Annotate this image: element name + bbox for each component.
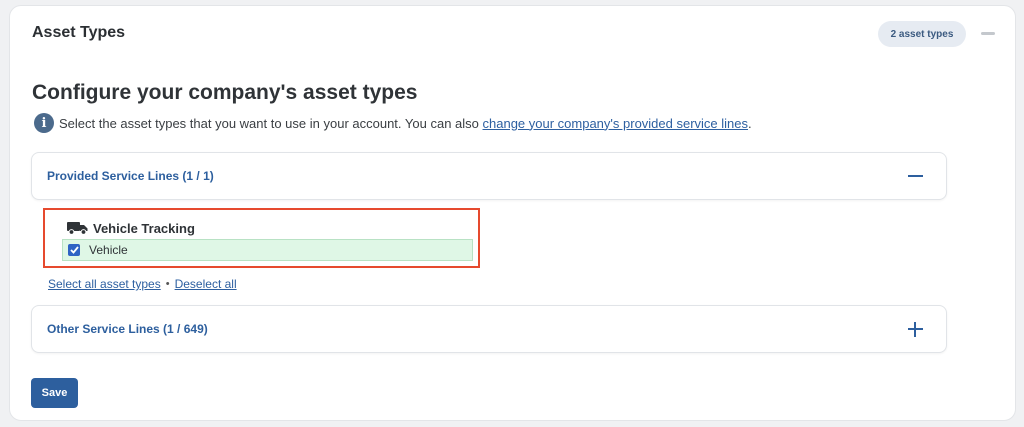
vehicle-tracking-group: Vehicle Tracking Vehicle: [43, 208, 480, 268]
minus-icon: [907, 175, 923, 177]
plus-icon: [907, 321, 923, 337]
link-separator: •: [165, 278, 170, 290]
description-text: Select the asset types that you want to …: [59, 115, 483, 131]
provided-service-lines-section[interactable]: Provided Service Lines (1 / 1): [31, 152, 947, 200]
save-button[interactable]: Save: [31, 378, 78, 408]
asset-types-card: Asset Types 2 asset types Configure your…: [9, 5, 1016, 421]
description: i Select the asset types that you want t…: [34, 112, 752, 134]
other-service-lines-section[interactable]: Other Service Lines (1 / 649): [31, 305, 947, 353]
collapse-section-button[interactable]: [906, 163, 924, 189]
description-end: .: [748, 115, 752, 131]
asset-type-label: Vehicle: [89, 243, 128, 257]
info-icon: i: [34, 113, 54, 133]
page-heading: Configure your company's asset types: [32, 81, 418, 104]
group-title-label: Vehicle Tracking: [93, 220, 195, 236]
change-service-lines-link[interactable]: change your company's provided service l…: [483, 116, 749, 131]
expand-section-button[interactable]: [906, 316, 924, 342]
select-all-link[interactable]: Select all asset types: [48, 277, 161, 291]
group-title: Vehicle Tracking: [67, 219, 195, 237]
asset-type-row-vehicle[interactable]: Vehicle: [62, 239, 473, 261]
selection-links: Select all asset types • Deselect all: [48, 276, 237, 292]
other-service-lines-label: Other Service Lines (1 / 649): [47, 322, 208, 336]
vehicle-checkbox[interactable]: [68, 244, 80, 256]
truck-icon: [67, 222, 88, 235]
deselect-all-link[interactable]: Deselect all: [175, 277, 237, 291]
minus-icon: [981, 31, 995, 35]
asset-count-badge: 2 asset types: [878, 21, 966, 47]
provided-service-lines-label: Provided Service Lines (1 / 1): [47, 169, 214, 183]
checkmark-icon: [69, 246, 79, 254]
card-title: Asset Types: [32, 24, 126, 41]
collapse-card-button[interactable]: [980, 29, 996, 37]
